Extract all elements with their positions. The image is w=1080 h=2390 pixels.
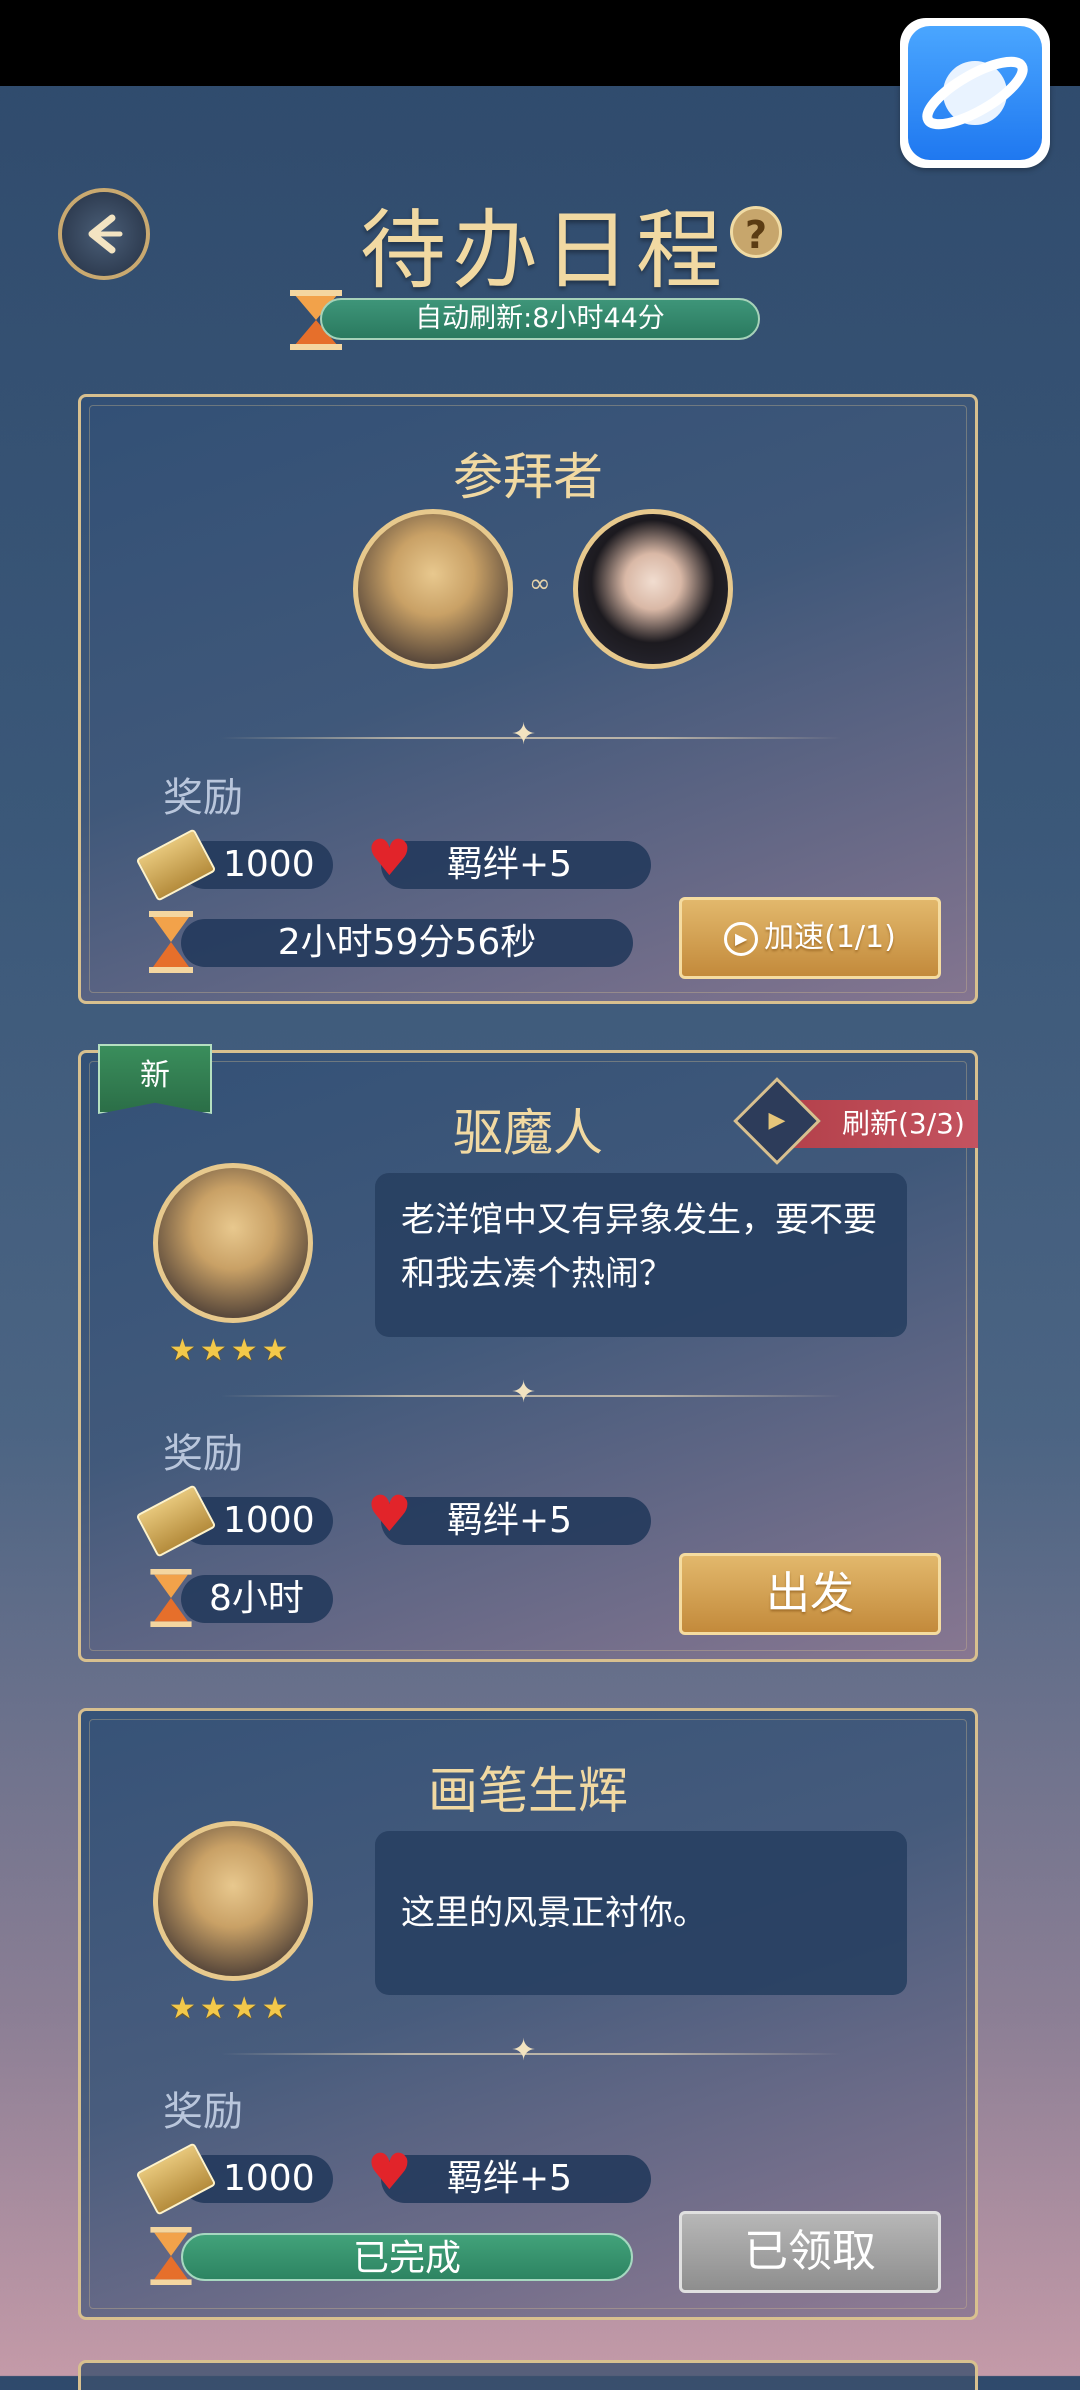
reward-label: 奖励 [163,2089,243,2135]
status-text: 已完成 [352,2238,461,2279]
remaining-time: 2小时59分56秒 [181,919,633,967]
divider-star-icon: ✦ [511,2033,537,2068]
speed-up-button[interactable]: ▶ 加速(1/1) [679,897,941,979]
rarity-stars: ★★★★ [169,1991,293,2026]
back-button[interactable] [58,188,150,280]
browser-app-icon[interactable] [900,18,1050,168]
heart-icon: ♥ [367,2143,412,2201]
bond-amount: 羁绊+5 [447,844,573,885]
coin-amount: 1000 [223,1500,315,1541]
divider-star-icon: ✦ [511,1375,537,1410]
refresh-label: 刷新(3/3) [842,1107,965,1140]
hourglass-icon [149,911,193,973]
hourglass-icon [149,2227,193,2285]
bond-reward: 羁绊+5 [381,1497,651,1545]
auto-refresh-timer: 自动刷新:8小时44分 [320,298,760,340]
schedule-card-1: 参拜者 ∞ ✦ 奖励 1000 羁绊+5 ♥ 2小时59分56秒 ▶ 加速(1/1… [78,394,978,1004]
character-portrait-dark-hair [573,509,733,669]
heart-icon: ♥ [367,829,412,887]
bond-reward: 羁绊+5 [381,2155,651,2203]
claimed-button: 已领取 [679,2211,941,2293]
character-portrait-blonde [153,1821,313,1981]
coin-amount: 1000 [223,2158,315,2199]
back-arrow-icon [88,214,123,254]
schedule-card-3: 画笔生辉 ★★★★ 这里的风景正衬你。 ✦ 奖励 1000 羁绊+5 ♥ 已完成… [78,1708,978,2320]
ticket-icon [135,2142,217,2216]
page-title: 待办日程 [360,201,728,301]
ticket-icon [135,828,217,902]
bond-amount: 羁绊+5 [447,2158,573,2199]
character-portrait-blonde [153,1163,313,1323]
play-icon: ▶ [724,921,759,956]
duration-text: 8小时 [209,1578,304,1619]
rarity-stars: ★★★★ [169,1333,293,1368]
bond-reward: 羁绊+5 [381,841,651,889]
schedule-card-4-peek [78,2360,978,2390]
card-title: 画笔生辉 [428,1762,628,1820]
dialogue-bubble: 这里的风景正衬你。 [375,1831,907,1995]
reward-label: 奖励 [163,1431,243,1477]
dialogue-bubble: 老洋馆中又有异象发生，要不要和我去凑个热闹？ [375,1173,907,1337]
timer-text: 2小时59分56秒 [277,922,537,963]
bond-amount: 羁绊+5 [447,1500,573,1541]
ticket-icon [135,1484,217,1558]
speed-up-label: 加速(1/1) [764,920,896,955]
help-icon[interactable]: ? [730,206,782,258]
character-portrait-blonde [353,509,513,669]
divider-star-icon: ✦ [511,717,537,752]
duration: 8小时 [181,1575,333,1623]
coin-amount: 1000 [223,844,315,885]
heart-icon: ♥ [367,1485,412,1543]
card-title: 参拜者 [453,448,603,506]
link-icon: ∞ [529,569,551,599]
completion-bar: 已完成 [181,2233,633,2281]
hourglass-icon [149,1569,193,1627]
depart-button[interactable]: 出发 [679,1553,941,1635]
reward-label: 奖励 [163,775,243,821]
